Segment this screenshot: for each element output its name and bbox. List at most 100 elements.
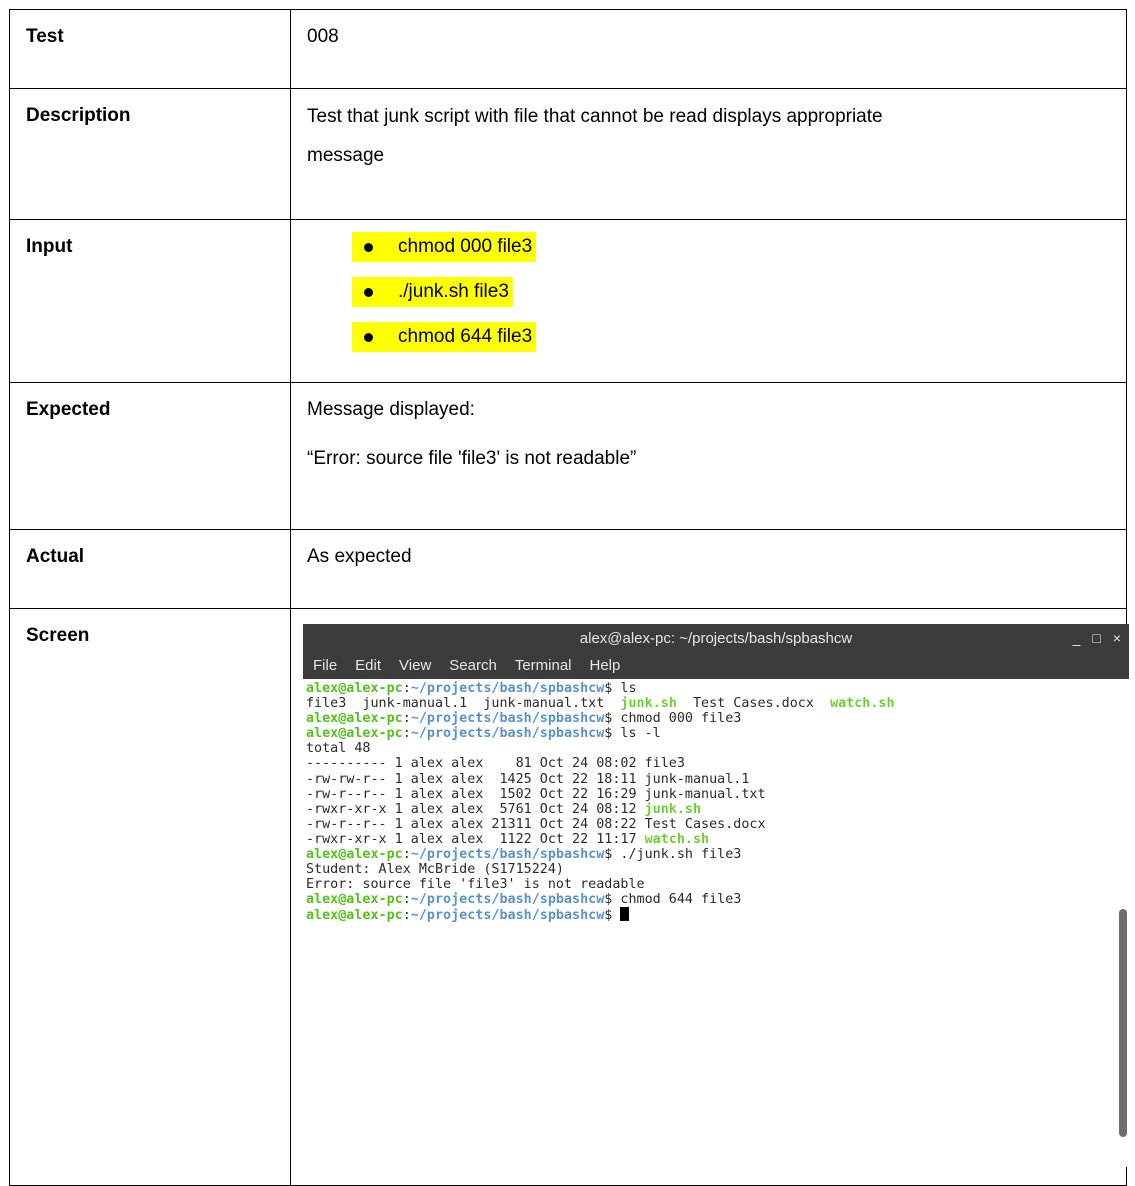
output-text: -rw-r--r-- 1 alex alex 1502 Oct 22 16:29… [306, 786, 766, 802]
prompt-sep: : [402, 711, 411, 727]
scrollbar-thumb [1119, 909, 1127, 1137]
prompt-path: ~/projects/bash/spbashcw [410, 892, 605, 908]
prompt-user: alex@alex-pc [306, 847, 403, 863]
menu-file: File [313, 657, 338, 674]
file-sep [467, 696, 483, 711]
prompt-command: $ ./junk.sh file3 [604, 847, 742, 863]
prompt-path: ~/projects/bash/spbashcw [410, 681, 605, 696]
terminal-line: alex@alex-pc:~/projects/bash/spbashcw$ l… [306, 681, 1117, 696]
input-value: chmod 000 file3 ./junk.sh file3 chmod 64… [290, 219, 1127, 383]
bullet-icon [364, 332, 373, 342]
row-actual: Actual As expected [9, 529, 1127, 609]
row-expected: Expected Message displayed: “Error: sour… [9, 382, 1127, 530]
file-name: junk.sh [620, 696, 677, 712]
prompt-user: alex@alex-pc [306, 681, 403, 696]
prompt-command: $ ls -l [604, 726, 661, 742]
terminal-line: alex@alex-pc:~/projects/bash/spbashcw$ .… [306, 847, 1117, 862]
terminal-line: file3 junk-manual.1 junk-manual.txt junk… [306, 696, 1117, 711]
description-label: Description [9, 88, 291, 220]
expected-label: Expected [9, 382, 291, 530]
file-sep [814, 696, 830, 711]
actual-value: As expected [290, 529, 1127, 609]
file-sep [677, 696, 693, 711]
prompt-path: ~/projects/bash/spbashcw [410, 726, 605, 742]
output-text: -rwxr-xr-x 1 alex alex 5761 Oct 24 08:12 [306, 801, 645, 817]
test-label: Test [9, 9, 291, 89]
prompt-path: ~/projects/bash/spbashcw [410, 908, 605, 924]
terminal-line: Student: Alex McBride (S1715224) [306, 862, 1117, 877]
maximize-icon: □ [1092, 630, 1101, 646]
menu-edit: Edit [355, 657, 382, 674]
test-case-table: Test 008 Description Test that junk scri… [9, 9, 1129, 1186]
row-test: Test 008 [9, 9, 1127, 89]
prompt-path: ~/projects/bash/spbashcw [410, 711, 605, 727]
output-text: -rw-rw-r-- 1 alex alex 1425 Oct 22 18:11… [306, 771, 750, 787]
terminal-line: Error: source file 'file3' is not readab… [306, 877, 1117, 892]
actual-label: Actual [9, 529, 291, 609]
output-text: Error: source file 'file3' is not readab… [306, 877, 645, 893]
prompt-command: $ chmod 000 file3 [604, 711, 742, 727]
description-line-2: message [307, 145, 385, 166]
terminal-line: total 48 [306, 741, 1117, 756]
test-value: 008 [290, 9, 1127, 89]
row-input: Input chmod 000 file3 ./junk.sh file3 ch… [9, 219, 1127, 383]
terminal-line: -rw-rw-r-- 1 alex alex 1425 Oct 22 18:11… [306, 772, 1117, 787]
file-name: junk-manual.txt [483, 696, 605, 712]
terminal-line: -rw-r--r-- 1 alex alex 21311 Oct 24 08:2… [306, 817, 1117, 832]
terminal-output: alex@alex-pc:~/projects/bash/spbashcw$ l… [303, 679, 1117, 1167]
terminal-titlebar: alex@alex-pc: ~/projects/bash/spbashcw _… [303, 624, 1129, 652]
terminal-line: alex@alex-pc:~/projects/bash/spbashcw$ [306, 907, 1117, 923]
minimize-icon: _ [1072, 630, 1081, 646]
terminal-line: -rwxr-xr-x 1 alex alex 1122 Oct 22 11:17… [306, 832, 1117, 847]
prompt-command: $ chmod 644 file3 [604, 892, 742, 908]
input-item: chmod 000 file3 [307, 232, 1110, 266]
output-text: Student: Alex McBride (S1715224) [306, 862, 564, 878]
prompt-user: alex@alex-pc [306, 892, 403, 908]
terminal-line: alex@alex-pc:~/projects/bash/spbashcw$ c… [306, 711, 1117, 726]
prompt-sep: : [402, 726, 411, 742]
cursor-icon [620, 907, 630, 922]
close-icon: × [1112, 630, 1121, 646]
terminal-scrollbar [1119, 679, 1127, 1167]
terminal-title: alex@alex-pc: ~/projects/bash/spbashcw [579, 629, 853, 647]
row-description: Description Test that junk script with f… [9, 88, 1127, 220]
menu-search: Search [449, 657, 497, 674]
prompt-user: alex@alex-pc [306, 908, 403, 924]
file-name: junk.sh [644, 801, 702, 817]
prompt-sep: : [402, 908, 411, 924]
file-name: file3 [306, 696, 347, 712]
file-name: watch.sh [644, 831, 710, 847]
screen-value: alex@alex-pc: ~/projects/bash/spbashcw _… [290, 608, 1129, 1186]
file-sep [604, 696, 620, 711]
bullet-icon [364, 287, 373, 297]
menu-terminal: Terminal [514, 657, 572, 674]
file-sep [346, 696, 362, 711]
input-label: Input [9, 219, 291, 383]
file-name: Test Cases.docx [693, 696, 814, 712]
menu-view: View [399, 657, 432, 674]
prompt-sep: : [402, 847, 411, 863]
terminal-line: -rw-r--r-- 1 alex alex 1502 Oct 22 16:29… [306, 787, 1117, 802]
output-text: -rw-r--r-- 1 alex alex 21311 Oct 24 08:2… [306, 816, 766, 832]
description-value: Test that junk script with file that can… [290, 88, 1127, 220]
prompt-sep: : [402, 681, 411, 696]
terminal-line: alex@alex-pc:~/projects/bash/spbashcw$ l… [306, 726, 1117, 741]
terminal-menubar: File Edit View Search Terminal Help [303, 652, 1129, 679]
screen-label: Screen [9, 608, 291, 1186]
prompt-user: alex@alex-pc [306, 711, 403, 727]
prompt-path: ~/projects/bash/spbashcw [410, 847, 605, 863]
expected-value: Message displayed: “Error: source file '… [290, 382, 1127, 530]
output-text: total 48 [306, 741, 371, 757]
expected-line-1: Message displayed: [307, 399, 475, 420]
terminal-line: alex@alex-pc:~/projects/bash/spbashcw$ c… [306, 892, 1117, 907]
file-name: watch.sh [830, 696, 895, 712]
prompt-sep: : [402, 892, 411, 908]
bullet-icon [364, 242, 373, 252]
row-screen: Screen alex@alex-pc: ~/projects/bash/spb… [9, 608, 1129, 1186]
prompt-command: $ [604, 908, 621, 924]
menu-help: Help [589, 657, 621, 674]
prompt-user: alex@alex-pc [306, 726, 403, 742]
file-name: junk-manual.1 [362, 696, 468, 712]
input-item: ./junk.sh file3 [307, 277, 1110, 311]
input-list: chmod 000 file3 ./junk.sh file3 chmod 64… [307, 232, 1110, 356]
